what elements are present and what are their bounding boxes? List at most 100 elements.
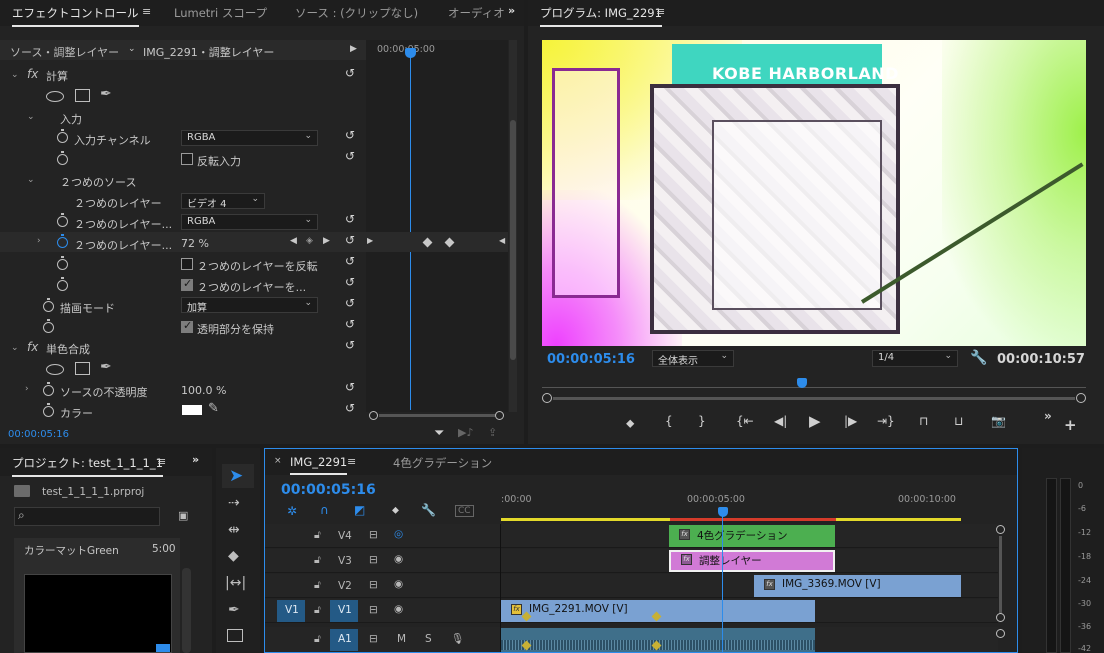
project-search-input[interactable] (14, 507, 160, 526)
input-channel-reset-icon[interactable]: ↺ (345, 128, 355, 142)
panel-menu-icon[interactable]: ≡ (347, 455, 356, 468)
invert-second-checkbox[interactable] (181, 258, 193, 270)
program-title[interactable]: プログラム: IMG_2291 (540, 5, 662, 27)
clip-img2291-audio[interactable] (501, 628, 815, 652)
effect2-collapse-icon[interactable]: ⌄ (11, 343, 19, 353)
more-controls-icon[interactable]: » (1044, 409, 1052, 423)
project-scrollbar[interactable] (182, 568, 191, 653)
overflow-chevron-icon[interactable]: » (508, 4, 515, 17)
track-v1-sync-icon[interactable]: ⊟ (369, 604, 378, 616)
preserve-transparency-stopwatch-icon[interactable] (43, 319, 54, 333)
sequence-label[interactable]: IMG_2291・調整レイヤー (143, 44, 274, 60)
ec-zoom-track[interactable] (379, 414, 495, 417)
opacity-expand-icon[interactable]: › (37, 236, 41, 246)
track-v4-lock-icon[interactable]: 🔓︎ (314, 529, 321, 542)
second-source-collapse-icon[interactable]: ⌄ (27, 175, 35, 185)
next-keyframe-icon[interactable]: ▶ (323, 236, 330, 246)
track-select-tool-icon[interactable]: ⇢ (228, 495, 240, 511)
pen-mask-icon[interactable]: ✒ (100, 359, 112, 375)
settings-wrench-icon[interactable]: 🔧 (970, 350, 987, 366)
stretch-second-stopwatch-icon[interactable] (57, 277, 68, 291)
extract-icon[interactable]: ⊔ (954, 414, 963, 428)
project-title[interactable]: プロジェクト: test_1_1_1_1 (12, 455, 163, 477)
add-marker-icon[interactable]: ⬥ (392, 505, 399, 516)
track-v1-eye-icon[interactable]: ◉ (394, 603, 403, 615)
second-layer-channel-reset-icon[interactable]: ↺ (345, 212, 355, 226)
go-to-in-icon[interactable]: {⇤ (736, 414, 754, 428)
video-frame[interactable]: KOBE HARBORLAND (542, 40, 1086, 346)
track-v4-eye-hidden-icon[interactable]: ◎ (394, 528, 403, 540)
opacity-stopwatch-icon[interactable] (57, 234, 68, 248)
razor-tool-icon[interactable]: ◆ (228, 548, 239, 564)
ripple-edit-tool-icon[interactable]: ⇹ (228, 522, 240, 538)
ellipse-mask-icon[interactable] (46, 91, 64, 102)
blend-mode-dropdown[interactable]: 加算 ⌄ (181, 297, 318, 314)
captions-icon[interactable]: CC (455, 505, 474, 517)
video-scroll-top-handle[interactable] (996, 525, 1005, 534)
stretch-second-checkbox[interactable] (181, 277, 193, 291)
rectangle-tool-icon[interactable] (227, 629, 243, 642)
source-opacity-expand-icon[interactable]: › (25, 384, 29, 394)
track-a1-mute-button[interactable]: M (397, 633, 406, 645)
track-v3-lock-icon[interactable]: 🔓︎ (314, 554, 321, 567)
program-ruler[interactable] (542, 378, 1086, 388)
play-audio-icon[interactable]: ▶♪ (458, 426, 473, 439)
track-a1-mic-icon[interactable]: 🎙︎ (451, 632, 464, 645)
clip-img3369[interactable]: fx IMG_3369.MOV [V] (754, 575, 961, 597)
export-icon[interactable]: ⇪ (488, 426, 497, 439)
invert-input-checkbox[interactable] (181, 153, 193, 165)
new-search-bin-icon[interactable]: ▣ (178, 509, 188, 522)
resolution-dropdown[interactable]: 1/4 ⌄ (872, 350, 958, 367)
track-a1-lock-icon[interactable]: 🔓︎ (314, 633, 321, 646)
video-scroll-bottom-handle[interactable] (996, 613, 1005, 622)
clip-adjustment-layer[interactable]: fx 調整レイヤー (669, 550, 835, 572)
mark-in-icon[interactable]: { (665, 414, 673, 428)
effect1-reset-icon[interactable]: ↺ (345, 66, 355, 80)
ec-playhead-handle[interactable] (405, 48, 416, 58)
blend-mode-stopwatch-icon[interactable] (43, 298, 54, 312)
video-scroll-track[interactable] (999, 536, 1002, 614)
stretch-second-reset-icon[interactable]: ↺ (345, 275, 355, 289)
overflow-chevron-icon[interactable]: » (192, 453, 199, 466)
effect1-collapse-icon[interactable]: ⌄ (11, 70, 19, 80)
second-layer-channel-stopwatch-icon[interactable] (57, 213, 68, 227)
track-v2-eye-icon[interactable]: ◉ (394, 578, 403, 590)
ec-timecode[interactable]: 00:00:05:16 (8, 429, 69, 440)
tab-sequence-gradient[interactable]: 4色グラデーション (393, 455, 492, 471)
color-stopwatch-icon[interactable] (43, 403, 54, 417)
rect-mask-icon[interactable] (75, 89, 90, 102)
ec-zoom-left-handle[interactable] (369, 411, 378, 420)
audio-scroll-top-handle[interactable] (996, 629, 1005, 638)
rect-mask-icon[interactable] (75, 362, 90, 375)
add-marker-icon[interactable]: ⬥ (626, 416, 634, 431)
effect2-reset-icon[interactable]: ↺ (345, 338, 355, 352)
export-frame-icon[interactable]: 📷 (991, 414, 1006, 428)
tab-lumetri-scopes[interactable]: Lumetri スコープ (174, 5, 267, 21)
timeline-timecode[interactable]: 00:00:05:16 (281, 482, 376, 498)
preserve-transparency-reset-icon[interactable]: ↺ (345, 317, 355, 331)
invert-second-stopwatch-icon[interactable] (57, 256, 68, 270)
second-layer-opacity-value[interactable]: 72 % (181, 237, 209, 250)
source-opacity-stopwatch-icon[interactable] (43, 382, 54, 396)
clip-gradient[interactable]: fx 4色グラデーション (669, 525, 835, 547)
step-forward-icon[interactable]: |▶ (844, 414, 857, 428)
track-v2-lock-icon[interactable]: 🔓︎ (314, 579, 321, 592)
input-channel-dropdown[interactable]: RGBA ⌄ (181, 130, 318, 146)
panel-menu-icon[interactable]: ≡ (157, 455, 166, 468)
track-v2-sync-icon[interactable]: ⊟ (369, 579, 378, 591)
program-timecode[interactable]: 00:00:05:16 (547, 352, 635, 367)
program-playhead[interactable] (797, 378, 807, 388)
button-editor-icon[interactable]: + (1064, 416, 1077, 434)
second-layer-channel-dropdown[interactable]: RGBA ⌄ (181, 214, 318, 230)
pen-tool-icon[interactable]: ✒ (228, 602, 240, 618)
ec-zoom-right-handle[interactable] (495, 411, 504, 420)
source-opacity-reset-icon[interactable]: ↺ (345, 380, 355, 394)
timeline-playhead-handle[interactable] (718, 507, 728, 517)
play-button-icon[interactable]: ▶ (809, 412, 821, 430)
preserve-transparency-checkbox[interactable] (181, 319, 193, 333)
tab-effect-controls[interactable]: エフェクトコントロール (12, 5, 139, 27)
invert-input-reset-icon[interactable]: ↺ (345, 149, 355, 163)
panel-menu-icon[interactable]: ≡ (142, 5, 151, 18)
track-a1-sync-icon[interactable]: ⊟ (369, 633, 378, 645)
track-v3-eye-icon[interactable]: ◉ (394, 553, 403, 565)
